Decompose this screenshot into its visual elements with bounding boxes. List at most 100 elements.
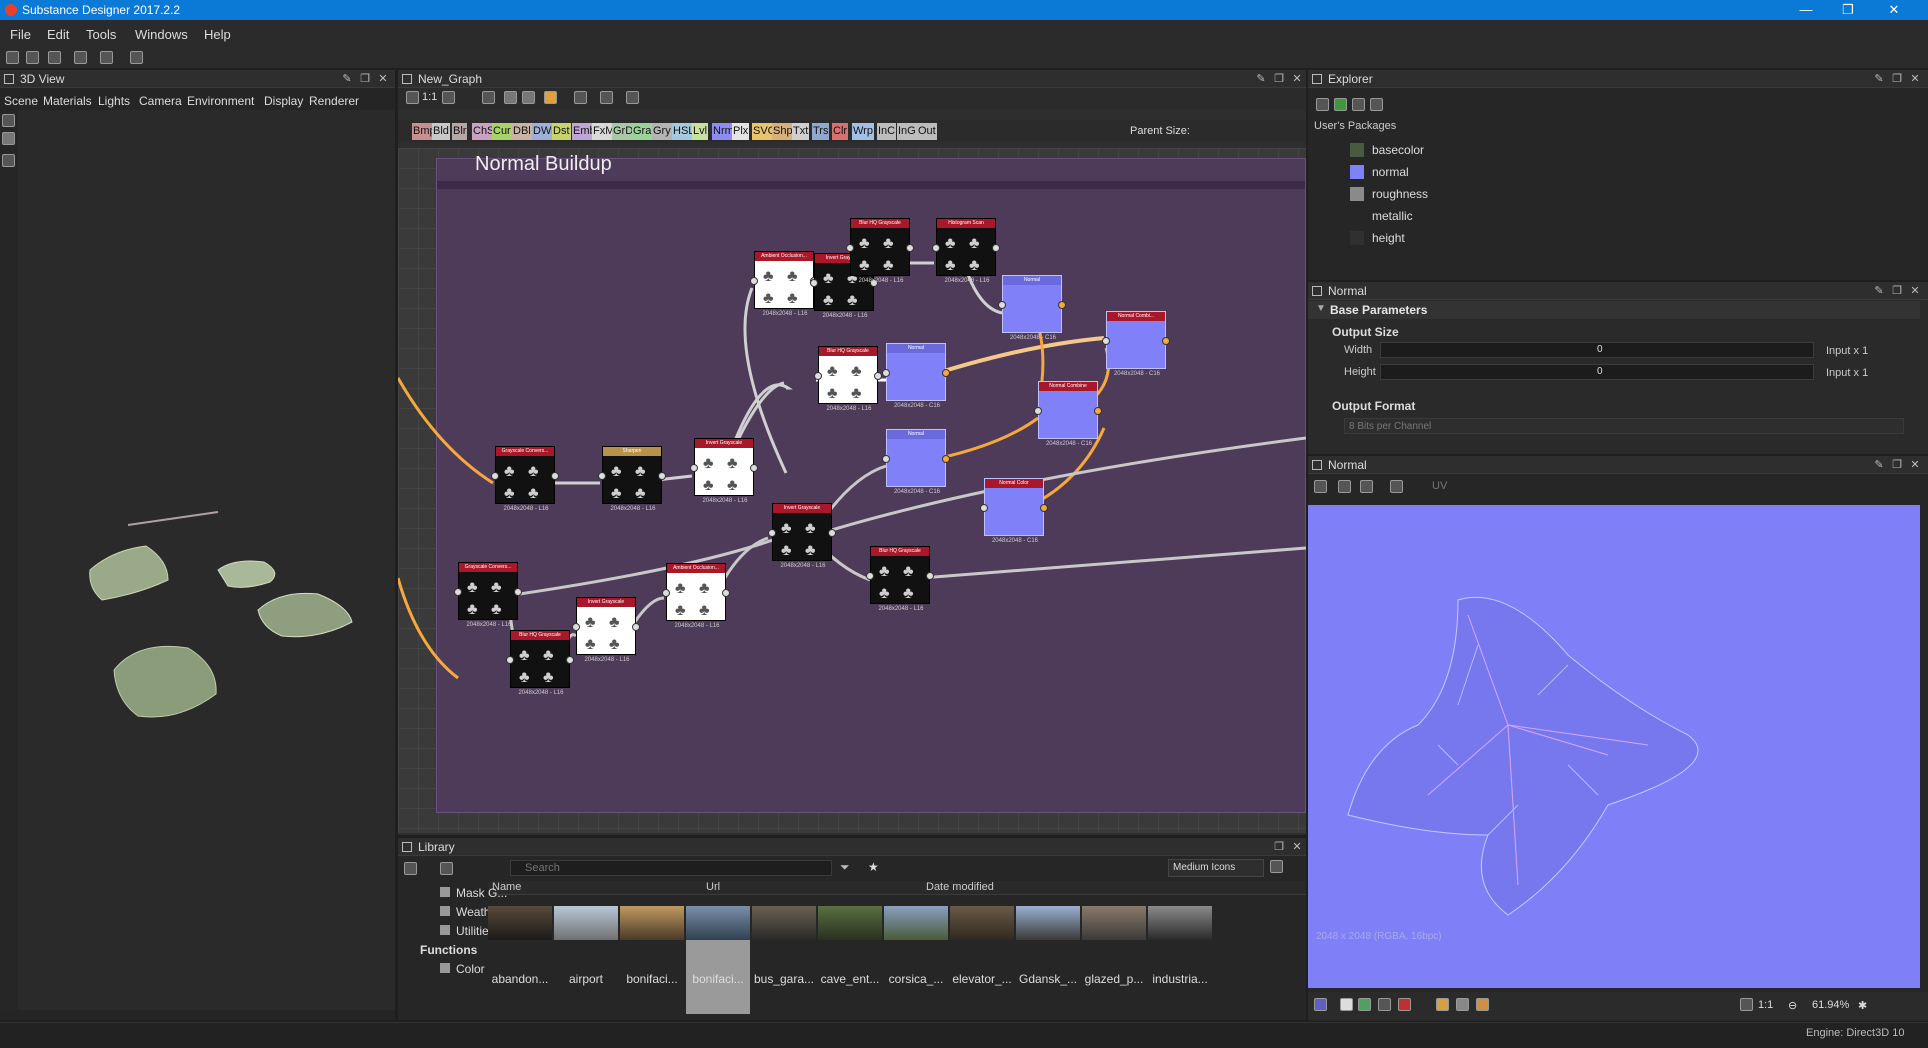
add-icon[interactable] xyxy=(422,862,435,875)
gradient-icon[interactable] xyxy=(1476,998,1489,1011)
minimize-button[interactable]: — xyxy=(1786,1,1826,19)
menu-renderer[interactable]: Renderer xyxy=(309,94,359,108)
environment-thumbnail[interactable] xyxy=(686,906,750,940)
library-tree-item[interactable]: Functions xyxy=(420,943,477,957)
float-icon[interactable]: ❐ xyxy=(1890,284,1904,298)
input-pin[interactable] xyxy=(810,279,818,287)
view-mode-select[interactable]: Medium Icons xyxy=(1168,859,1264,877)
input-pin[interactable] xyxy=(1034,407,1042,415)
export-icon[interactable] xyxy=(1370,98,1383,111)
tiling-icon[interactable] xyxy=(1390,480,1403,493)
thumbnail-label[interactable]: airport xyxy=(551,972,621,986)
palette-chip[interactable]: InC xyxy=(877,123,897,140)
graph-node-blur1[interactable]: Blur HQ Grayscale ♣ ♣ ♣ ♣ 2048x2048 - L16 xyxy=(846,218,914,284)
palette-chip[interactable]: DBl xyxy=(512,123,532,140)
float-icon[interactable]: ❐ xyxy=(358,72,372,86)
tree-icon[interactable] xyxy=(1312,256,1325,269)
add-folder-icon[interactable] xyxy=(404,862,417,875)
output-pin[interactable] xyxy=(1040,504,1048,512)
favorite-star-icon[interactable]: ★ xyxy=(868,860,879,874)
input-pin[interactable] xyxy=(1102,337,1110,345)
save-icon[interactable] xyxy=(74,51,87,64)
curve-mode-icon[interactable] xyxy=(522,91,535,104)
thumbnail-label[interactable]: bonifaci... xyxy=(617,972,687,986)
palette-chip[interactable]: Cur xyxy=(492,123,512,140)
input-pin[interactable] xyxy=(846,244,854,252)
zoom-out-icon[interactable]: ⊖ xyxy=(1788,999,1797,1012)
graph-node-sharpen[interactable]: Sharpen ♣ ♣ ♣ ♣ 2048x2048 - L16 xyxy=(598,446,666,512)
palette-chip[interactable]: GrD xyxy=(612,123,635,140)
palette-chip[interactable]: Clr xyxy=(832,123,849,140)
input-pin[interactable] xyxy=(882,369,890,377)
settings-icon[interactable] xyxy=(626,91,639,104)
palette-chip[interactable]: Lvl xyxy=(692,123,709,140)
menu-file[interactable]: File xyxy=(10,27,31,42)
environment-thumbnail[interactable] xyxy=(488,906,552,940)
frame-all-icon[interactable] xyxy=(406,91,419,104)
width-slider[interactable]: 0 xyxy=(1380,342,1814,358)
edit-icon[interactable] xyxy=(440,862,453,875)
graph-node-invert1[interactable]: Invert Grayscale ♣ ♣ ♣ ♣ 2048x2048 - L16 xyxy=(690,438,758,504)
camera-icon[interactable] xyxy=(1360,480,1373,493)
thumbnail-label[interactable]: bonifaci... xyxy=(683,972,753,986)
pin-icon[interactable]: ✎ xyxy=(1254,72,1268,86)
output-pin[interactable] xyxy=(658,472,666,480)
output-pin[interactable] xyxy=(632,623,640,631)
new-package-icon[interactable] xyxy=(1316,98,1329,111)
environment-thumbnail[interactable] xyxy=(1082,906,1146,940)
output-pin[interactable] xyxy=(906,244,914,252)
graph-node-normal2[interactable]: Normal 2048x2048 - C16 xyxy=(882,343,950,409)
menu-lights[interactable]: Lights xyxy=(98,94,130,108)
open-package-icon[interactable] xyxy=(26,51,39,64)
fit-icon[interactable] xyxy=(1740,998,1753,1011)
library-tree-item[interactable]: Color xyxy=(440,962,485,976)
float-icon[interactable]: ❐ xyxy=(1890,72,1904,86)
palette-chip[interactable]: Gra xyxy=(632,123,653,140)
menu-windows[interactable]: Windows xyxy=(135,27,188,42)
graph-tab-title[interactable]: New_Graph xyxy=(418,72,482,86)
new-package-icon[interactable] xyxy=(6,51,19,64)
menu-tools[interactable]: Tools xyxy=(86,27,116,42)
palette-chip[interactable]: Dst xyxy=(552,123,571,140)
menu-scene[interactable]: Scene xyxy=(4,94,38,108)
snapshot-icon[interactable] xyxy=(442,91,455,104)
input-pin[interactable] xyxy=(866,572,874,580)
uv-dropdown[interactable]: UV xyxy=(1432,480,1447,492)
float-icon[interactable]: ❐ xyxy=(1272,840,1286,854)
palette-chip[interactable]: Out xyxy=(917,123,937,140)
thumbnail-label[interactable]: elevator_... xyxy=(947,972,1017,986)
graph-canvas[interactable]: Normal Buildup Grayscale Convers... ♣ ♣ … xyxy=(398,148,1306,833)
info-icon[interactable] xyxy=(1418,998,1431,1011)
float-icon[interactable]: ❐ xyxy=(1890,458,1904,472)
link-mode-icon[interactable] xyxy=(504,91,517,104)
output-pin[interactable] xyxy=(722,589,730,597)
collapse-icon[interactable]: ▼ xyxy=(1316,303,1326,314)
tiling-view-icon[interactable] xyxy=(1398,998,1411,1011)
close-panel-icon[interactable]: ✕ xyxy=(1908,72,1922,86)
graph-node-normal1[interactable]: Normal 2048x2048 - C16 xyxy=(998,275,1066,341)
input-pin[interactable] xyxy=(506,656,514,664)
float-icon[interactable]: ❐ xyxy=(1272,72,1286,86)
environment-thumbnail[interactable] xyxy=(752,906,816,940)
input-pin[interactable] xyxy=(572,623,580,631)
align-icon[interactable] xyxy=(574,91,587,104)
menu-display[interactable]: Display xyxy=(264,94,303,108)
palette-chip[interactable]: Wrp xyxy=(852,123,874,140)
library-tree-item[interactable]: Mask G... xyxy=(440,886,507,900)
input-pin[interactable] xyxy=(980,504,988,512)
environment-thumbnail[interactable] xyxy=(950,906,1014,940)
graph-node-invert4[interactable]: Invert Grayscale ♣ ♣ ♣ ♣ 2048x2048 - L16 xyxy=(572,597,640,663)
menu-camera[interactable]: Camera xyxy=(139,94,182,108)
output-pin[interactable] xyxy=(926,572,934,580)
height-slider[interactable]: 0 xyxy=(1380,364,1814,380)
graph-node-normal3[interactable]: Normal 2048x2048 - C16 xyxy=(882,429,950,495)
settings-icon[interactable] xyxy=(1270,860,1283,873)
close-panel-icon[interactable]: ✕ xyxy=(1908,458,1922,472)
alpha-icon[interactable] xyxy=(1340,998,1353,1011)
explorer-item-height[interactable]: height xyxy=(1350,231,1405,245)
redo-icon[interactable] xyxy=(130,51,143,64)
palette-chip[interactable]: Trs xyxy=(812,123,830,140)
info-icon[interactable] xyxy=(462,91,475,104)
output-pin[interactable] xyxy=(874,372,882,380)
undo-icon[interactable] xyxy=(100,51,113,64)
